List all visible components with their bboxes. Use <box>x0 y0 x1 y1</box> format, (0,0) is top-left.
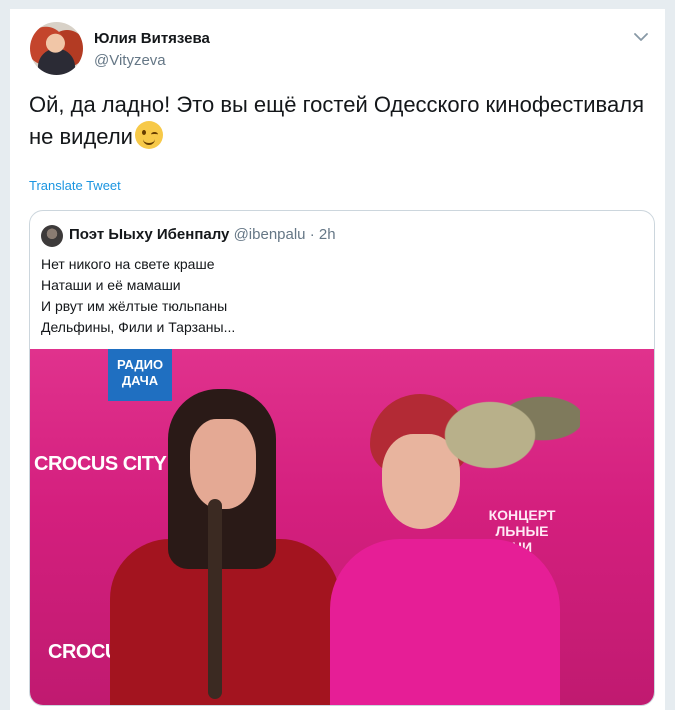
chevron-down-icon[interactable] <box>633 29 649 45</box>
quoted-tweet[interactable]: Поэт Ыыху Ибенпалу @ibenpalu · 2h Нет ни… <box>29 210 655 706</box>
quoted-text: Нет никого на свете краше Наташи и её ма… <box>41 254 641 338</box>
photo-person-left <box>100 389 340 705</box>
quoted-time: 2h <box>318 226 336 243</box>
quoted-line: Нет никого на свете краше <box>41 256 215 272</box>
winking-face-icon <box>134 121 163 149</box>
photo-person-right <box>320 369 620 705</box>
quoted-line: Наташи и её мамаши <box>41 277 181 293</box>
quoted-photo[interactable]: РАДИО ДАЧА CROCUS CITY HAL CROCUS CI КОН… <box>30 349 654 705</box>
quoted-author-handle: @ibenpalu <box>233 226 306 243</box>
quoted-author-avatar <box>41 225 63 247</box>
quoted-line: И рвут им жёлтые тюльпаны <box>41 298 228 314</box>
quoted-author-name: Поэт Ыыху Ибенпалу <box>69 226 230 243</box>
author-name[interactable]: Юлия Витязева <box>94 30 210 47</box>
author-handle[interactable]: @Vityzeva <box>94 52 166 69</box>
quoted-separator: · <box>309 226 315 243</box>
tweet-text: Ой, да ладно! Это вы ещё гостей Одесског… <box>29 89 649 153</box>
author-avatar[interactable] <box>30 22 83 75</box>
quoted-line: Дельфины, Фили и Тарзаны... <box>41 319 236 335</box>
tweet-text-content: Ой, да ладно! Это вы ещё гостей Одесског… <box>29 92 644 149</box>
translate-tweet-link[interactable]: Translate Tweet <box>29 178 121 193</box>
quoted-header: Поэт Ыыху Ибенпалу @ibenpalu · 2h <box>69 226 336 243</box>
tweet-card: Юлия Витязева @Vityzeva Ой, да ладно! Эт… <box>9 8 666 710</box>
